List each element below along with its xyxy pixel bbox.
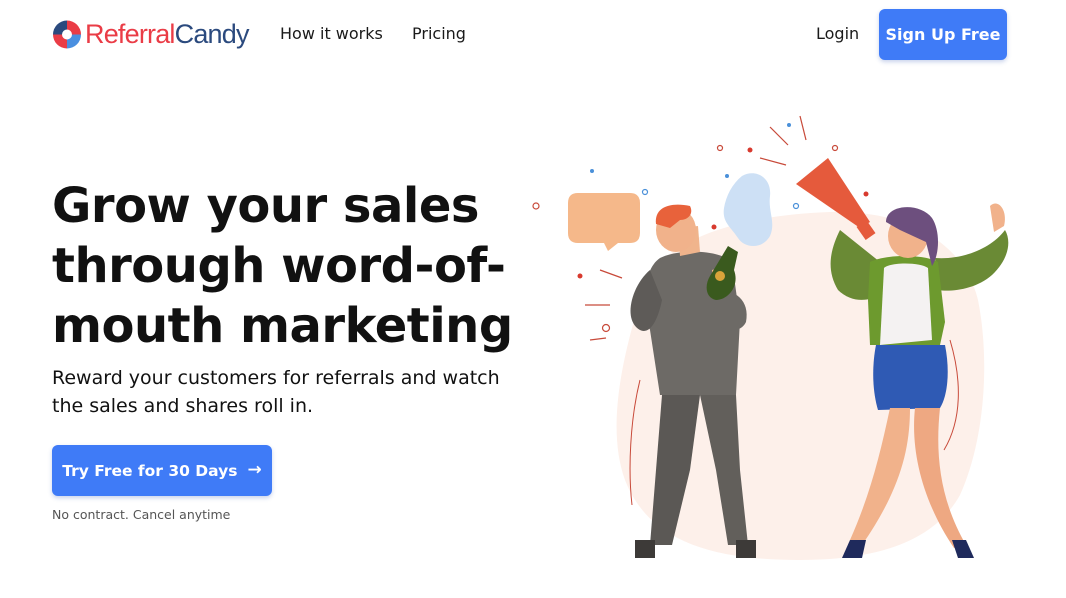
hero-title: Grow your sales through word-of-mouth ma…	[52, 178, 513, 354]
sign-up-button[interactable]: Sign Up Free	[879, 9, 1007, 60]
candy-logo-icon	[53, 20, 81, 48]
try-free-button[interactable]: Try Free for 30 Days →	[52, 445, 272, 496]
nav-pricing[interactable]: Pricing	[412, 24, 466, 44]
no-contract-note: No contract. Cancel anytime	[52, 507, 231, 522]
logo-text-candy: Candy	[174, 19, 250, 49]
hero-subtitle: Reward your customers for referrals and …	[52, 367, 500, 417]
login-link[interactable]: Login	[816, 24, 859, 44]
arrow-right-icon: →	[247, 460, 262, 480]
hero-illustration	[532, 115, 1009, 560]
speech-bubble-icon	[568, 193, 640, 251]
try-free-label: Try Free for 30 Days	[62, 461, 238, 480]
nav-how-it-works[interactable]: How it works	[280, 24, 383, 44]
logo-text: ReferralCandy	[85, 16, 250, 52]
logo[interactable]: ReferralCandy	[52, 16, 250, 52]
logo-text-referral: Referral	[85, 19, 175, 49]
